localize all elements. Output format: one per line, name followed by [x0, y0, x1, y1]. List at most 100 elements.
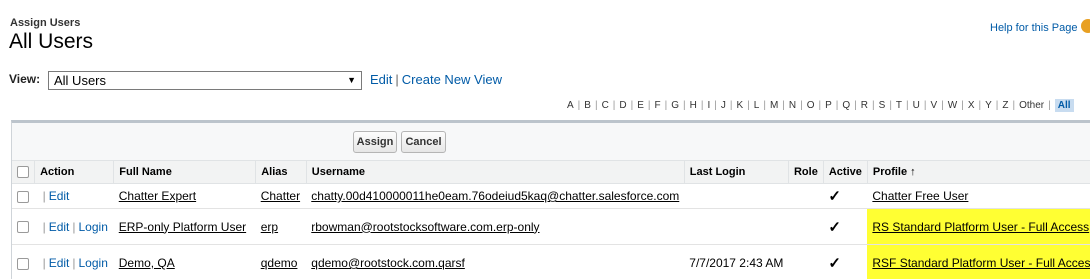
alphabet-separator: | — [763, 100, 766, 111]
alphabet-filter-n[interactable]: N — [789, 100, 796, 111]
alphabet-filter: A | B | C | D | E | F | G | H | I | J | K | L | M | N | O | P | Q | R | S | T |… — [567, 99, 1074, 112]
row-checkbox[interactable] — [17, 190, 29, 203]
users-table: Action Full Name Alias Username Last Log… — [12, 160, 1090, 279]
alphabet-separator: | — [818, 100, 822, 111]
alphabet-filter-d[interactable]: D — [619, 100, 626, 111]
alphabet-filter-h[interactable]: H — [690, 100, 697, 111]
username-link[interactable]: qdemo@rootstock.com.qarsf — [311, 256, 465, 270]
alphabet-filter-l[interactable]: L — [754, 100, 760, 111]
last-login-cell — [684, 183, 789, 209]
alphabet-separator: | — [889, 100, 892, 111]
alphabet-filter-r[interactable]: R — [861, 100, 868, 111]
cancel-button[interactable]: Cancel — [401, 131, 446, 153]
alphabet-filter-q[interactable]: Q — [842, 100, 850, 111]
alphabet-separator: | — [747, 100, 750, 111]
full-name-link[interactable]: ERP-only Platform User — [119, 220, 246, 234]
row-actions: | Edit — [34, 183, 114, 209]
alphabet-filter-t[interactable]: T — [896, 100, 902, 111]
profile-link[interactable]: RSF Standard Platform User - Full Access — [872, 256, 1090, 270]
view-select-value: All Users — [54, 73, 107, 88]
edit-link[interactable]: Edit — [49, 220, 70, 234]
column-header-action: Action — [34, 160, 115, 184]
alphabet-filter-s[interactable]: S — [879, 100, 886, 111]
alphabet-separator: | — [800, 100, 803, 111]
alphabet-separator: | — [872, 100, 875, 111]
select-all-checkbox[interactable] — [17, 166, 29, 179]
alphabet-filter-w[interactable]: W — [948, 100, 957, 111]
help-icon[interactable] — [1081, 19, 1090, 33]
alias-link[interactable]: Chatter — [261, 189, 300, 203]
table-row: | Edit | Login ERP-only Platform User erp r… — [12, 208, 1090, 245]
table-row: | Edit Chatter Expert Chatter chatty.00d4… — [12, 183, 1090, 209]
username-link[interactable]: chatty.00d410000011he0eam.76odeiud5kaq@c… — [311, 189, 679, 203]
alphabet-filter-j[interactable]: J — [721, 100, 726, 111]
profile-cell-highlighted: RSF Standard Platform User - Full Access — [867, 244, 1090, 279]
alphabet-filter-other[interactable]: Other — [1019, 100, 1044, 111]
alphabet-separator: | — [978, 100, 982, 111]
alphabet-filter-a[interactable]: A — [567, 100, 574, 111]
alphabet-filter-all[interactable]: All — [1054, 99, 1074, 112]
row-actions: | Edit | Login — [34, 208, 114, 245]
alphabet-separator: | — [647, 100, 651, 111]
alphabet-separator: | — [906, 100, 909, 111]
row-checkbox[interactable] — [17, 221, 29, 234]
alphabet-separator: | — [683, 100, 686, 111]
login-link[interactable]: Login — [79, 256, 108, 270]
column-header-alias[interactable]: Alias — [255, 160, 307, 184]
profile-link[interactable]: RS Standard Platform User - Full Access — [872, 220, 1089, 234]
username-link[interactable]: rbowman@rootstocksoftware.com.erp-only — [311, 220, 539, 234]
alphabet-filter-f[interactable]: F — [655, 100, 661, 111]
full-name-link[interactable]: Demo, QA — [119, 256, 175, 270]
alphabet-separator: | — [995, 100, 999, 111]
alphabet-filter-k[interactable]: K — [736, 100, 743, 111]
full-name-link[interactable]: Chatter Expert — [119, 189, 196, 203]
edit-view-link[interactable]: Edit — [370, 72, 392, 87]
column-header-full-name[interactable]: Full Name — [113, 160, 257, 184]
alphabet-filter-g[interactable]: G — [671, 100, 679, 111]
alphabet-filter-c[interactable]: C — [602, 100, 609, 111]
profile-link[interactable]: Chatter Free User — [872, 189, 968, 203]
alphabet-separator: | — [1048, 100, 1051, 111]
login-link[interactable]: Login — [79, 220, 108, 234]
alias-link[interactable]: erp — [261, 220, 278, 234]
alphabet-separator: | — [700, 100, 704, 111]
edit-link[interactable]: Edit — [49, 189, 70, 203]
alphabet-filter-y[interactable]: Y — [985, 100, 992, 111]
alphabet-separator: | — [923, 100, 927, 111]
alias-link[interactable]: qdemo — [261, 256, 298, 270]
alphabet-filter-p[interactable]: P — [825, 100, 832, 111]
alphabet-separator: | — [854, 100, 857, 111]
page-title: All Users — [9, 30, 94, 53]
alphabet-filter-m[interactable]: M — [770, 100, 778, 111]
alphabet-filter-o[interactable]: O — [807, 100, 815, 111]
assign-button[interactable]: Assign — [353, 131, 397, 153]
alphabet-filter-i[interactable]: I — [707, 100, 710, 111]
alphabet-filter-e[interactable]: E — [637, 100, 644, 111]
view-links-separator: | — [395, 72, 399, 87]
alphabet-filter-z[interactable]: Z — [1002, 100, 1008, 111]
table-header-row: Action Full Name Alias Username Last Log… — [12, 160, 1090, 184]
alphabet-filter-b[interactable]: B — [584, 100, 591, 111]
profile-cell-highlighted: RS Standard Platform User - Full Access — [867, 208, 1090, 245]
alphabet-filter-u[interactable]: U — [913, 100, 920, 111]
column-header-profile[interactable]: Profile ↑ — [867, 160, 1090, 184]
alphabet-filter-x[interactable]: X — [968, 100, 975, 111]
edit-link[interactable]: Edit — [49, 256, 70, 270]
active-check-icon: ✓ — [823, 244, 868, 279]
caret-down-icon: ▼ — [347, 75, 356, 85]
row-checkbox[interactable] — [17, 257, 29, 270]
users-list-panel: Assign Cancel Action Full Name Alias Use… — [11, 120, 1090, 279]
alphabet-separator: | — [664, 100, 668, 111]
view-select[interactable]: All Users ▼ — [48, 71, 362, 90]
help-link[interactable]: Help for this Page — [990, 22, 1077, 34]
column-header-role[interactable]: Role — [788, 160, 824, 184]
column-header-active[interactable]: Active — [823, 160, 868, 184]
alphabet-separator: | — [630, 100, 634, 111]
alphabet-filter-v[interactable]: V — [930, 100, 937, 111]
create-new-view-link[interactable]: Create New View — [402, 72, 502, 87]
column-header-username[interactable]: Username — [306, 160, 685, 184]
column-header-last-login[interactable]: Last Login — [684, 160, 789, 184]
alphabet-separator: | — [612, 100, 616, 111]
alphabet-separator: | — [961, 100, 964, 111]
alphabet-separator: | — [1012, 100, 1016, 111]
